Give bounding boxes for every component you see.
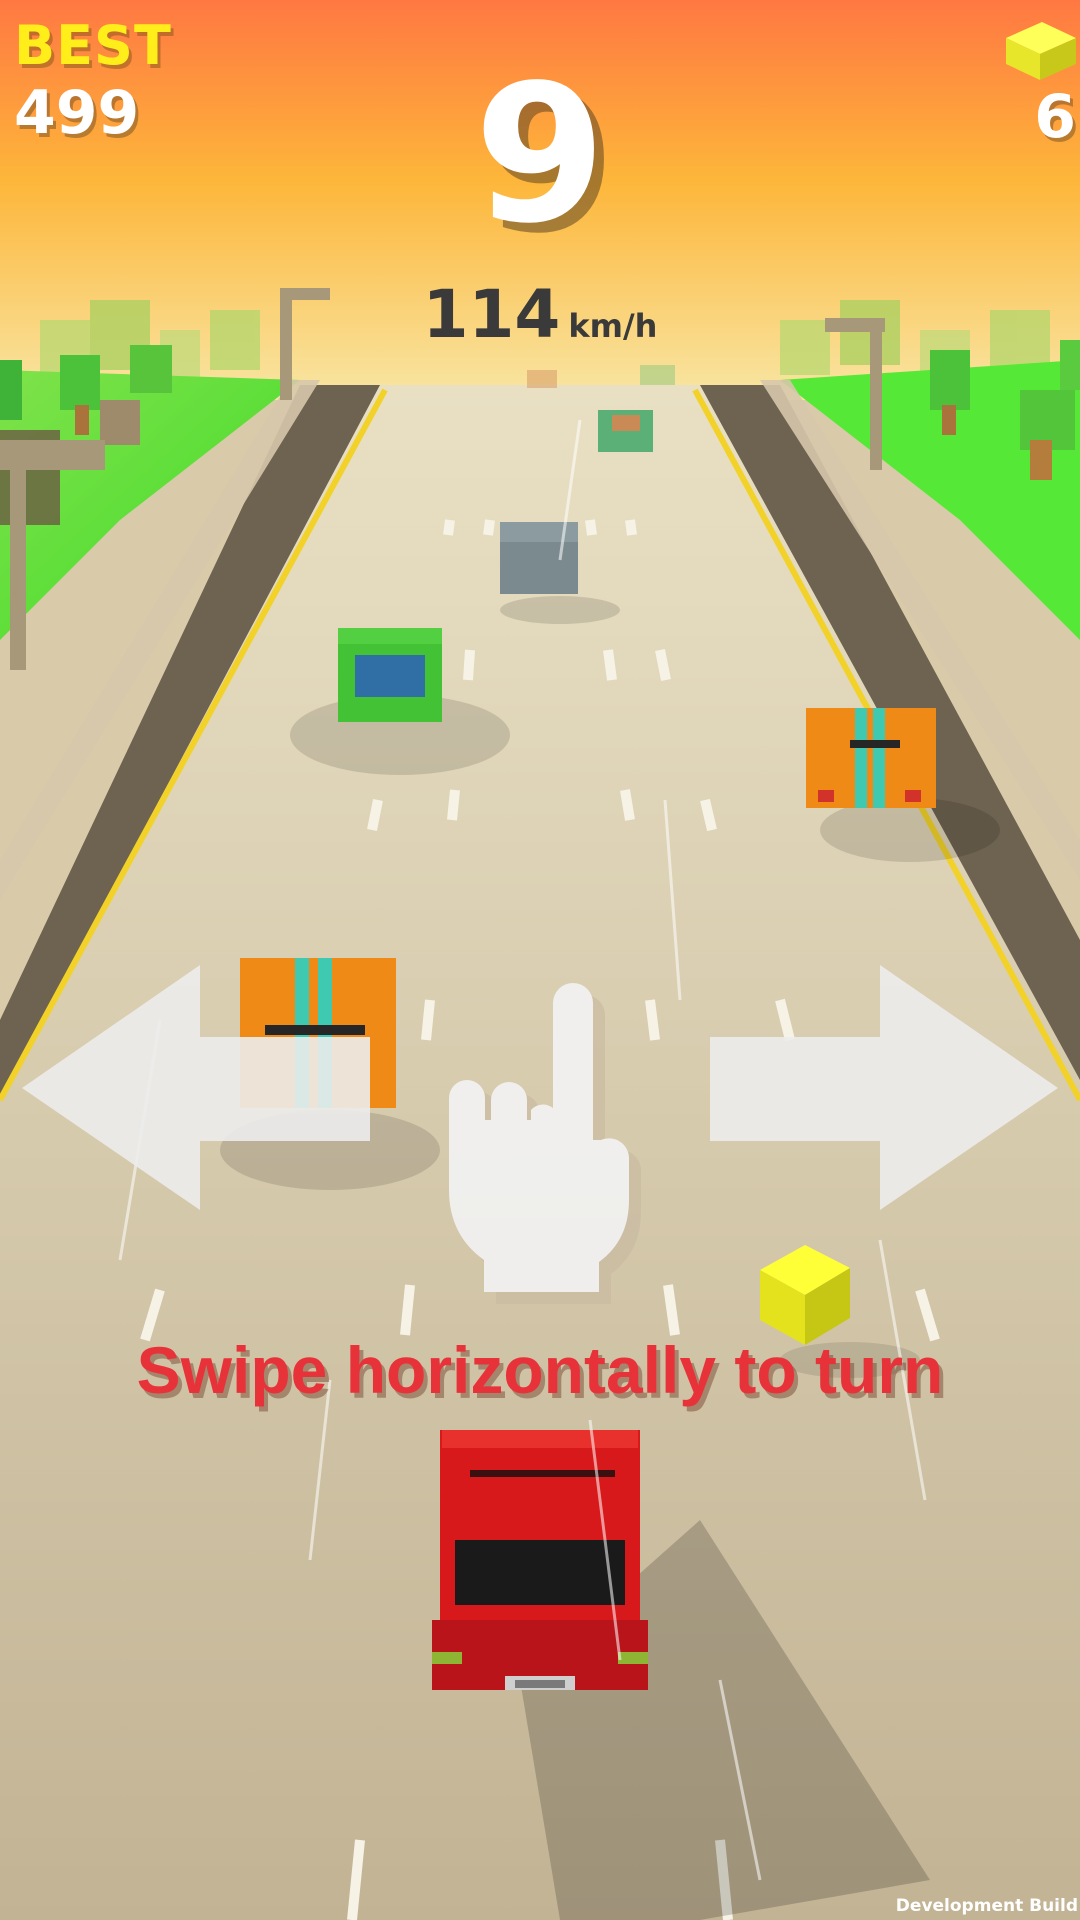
car-distant-2	[640, 365, 675, 385]
player-car	[432, 1430, 648, 1690]
speedometer: 114 km/h	[0, 276, 1080, 353]
car-distant-1	[527, 370, 557, 388]
speed-value: 114	[422, 276, 561, 353]
cube-count: 6	[1034, 82, 1076, 152]
speed-unit: km/h	[568, 307, 658, 345]
development-build-label: Development Build	[895, 1896, 1078, 1916]
tutorial-hint: Swipe horizontally to turn	[136, 1333, 944, 1407]
current-score: 9	[473, 44, 607, 265]
car-teal-far	[598, 410, 653, 452]
cube-icon	[1006, 22, 1076, 80]
